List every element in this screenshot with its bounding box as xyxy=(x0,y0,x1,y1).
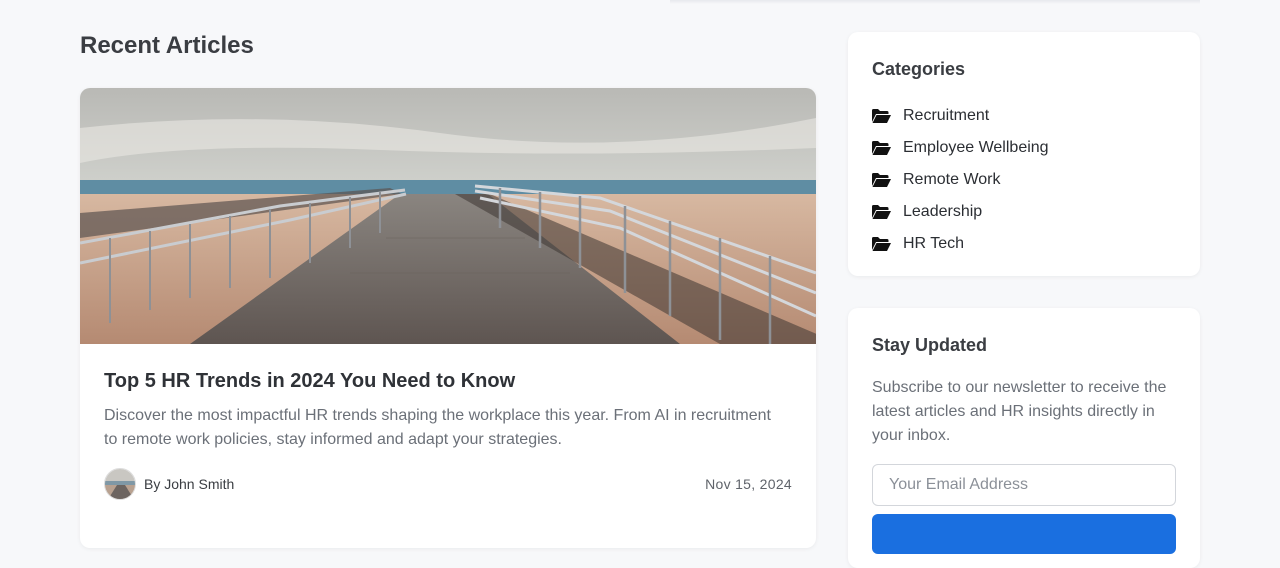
folder-open-icon xyxy=(872,141,891,155)
article-card[interactable]: Top 5 HR Trends in 2024 You Need to Know… xyxy=(80,88,816,548)
subscribe-button[interactable] xyxy=(872,514,1176,554)
category-label: HR Tech xyxy=(903,235,965,252)
folder-open-icon xyxy=(872,173,891,187)
category-item-remote-work[interactable]: Remote Work xyxy=(872,164,1049,196)
folder-open-icon xyxy=(872,205,891,219)
article-excerpt: Discover the most impactful HR trends sh… xyxy=(104,407,771,448)
article-title[interactable]: Top 5 HR Trends in 2024 You Need to Know xyxy=(104,370,515,393)
article-image[interactable] xyxy=(80,88,816,344)
post-date: Nov 15, 2024 xyxy=(705,476,792,492)
newsletter-description: Subscribe to our newsletter to receive t… xyxy=(872,379,1167,444)
category-label: Employee Wellbeing xyxy=(903,139,1049,156)
category-item-hr-tech[interactable]: HR Tech xyxy=(872,228,1049,260)
category-item-leadership[interactable]: Leadership xyxy=(872,196,1049,228)
categories-title: Categories xyxy=(872,59,966,79)
category-label: Leadership xyxy=(903,203,983,220)
newsletter-title: Stay Updated xyxy=(872,335,988,355)
author-name: By John Smith xyxy=(144,476,235,492)
folder-open-icon xyxy=(872,237,891,251)
category-item-recruitment[interactable]: Recruitment xyxy=(872,100,1049,132)
category-label: Remote Work xyxy=(903,171,1001,188)
author-avatar xyxy=(104,468,136,500)
category-list: Recruitment Employee Wellbeing Remote Wo… xyxy=(872,100,1049,260)
header-shadow xyxy=(670,0,1200,4)
folder-open-icon xyxy=(872,109,891,123)
newsletter-widget: Stay Updated Subscribe to our newsletter… xyxy=(848,308,1200,568)
section-title: Recent Articles xyxy=(80,32,254,59)
category-item-employee-wellbeing[interactable]: Employee Wellbeing xyxy=(872,132,1049,164)
email-input[interactable] xyxy=(872,464,1176,506)
categories-widget: Categories Recruitment Employee Wellbein… xyxy=(848,32,1200,276)
category-label: Recruitment xyxy=(903,107,990,124)
